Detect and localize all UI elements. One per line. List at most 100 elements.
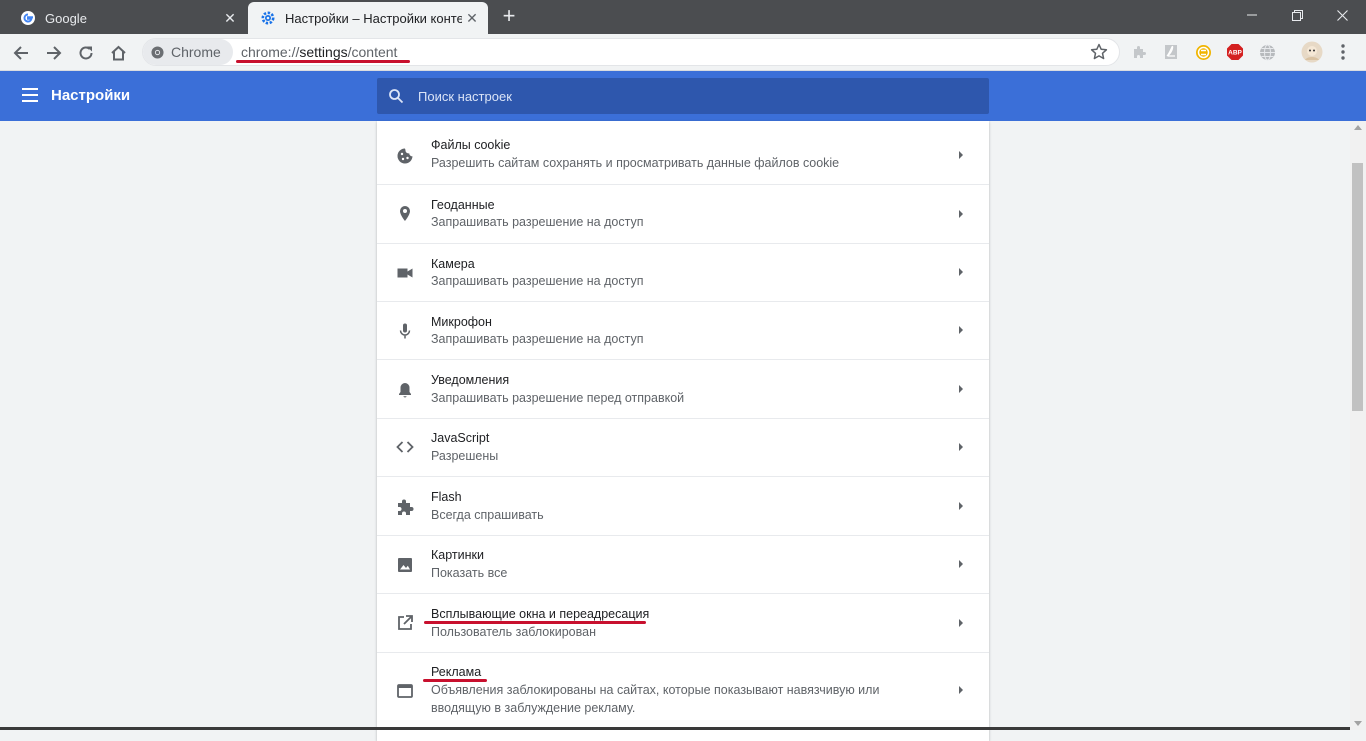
settings-row-cookies[interactable]: Файлы cookie Разрешить сайтам сохранять …	[377, 121, 989, 185]
settings-row-ads[interactable]: Реклама Объявления заблокированы на сайт…	[377, 652, 989, 730]
url-text[interactable]: chrome://settings/content	[241, 44, 397, 60]
page-scrollbar[interactable]	[1350, 121, 1366, 730]
tab-title: Google	[45, 10, 87, 26]
row-subtitle: Разрешены	[431, 449, 499, 463]
row-title: Реклама	[431, 665, 482, 679]
settings-row-notifications[interactable]: Уведомления Запрашивать разрешение перед…	[377, 359, 989, 418]
reload-icon	[79, 46, 93, 60]
chevron-right-icon	[959, 686, 963, 694]
location-pin-icon	[400, 206, 410, 221]
row-subtitle: Разрешить сайтам сохранять и просматрива…	[431, 156, 840, 170]
row-divider	[377, 184, 989, 185]
row-divider	[377, 301, 989, 302]
globe-icon[interactable]	[1258, 43, 1276, 61]
row-title: Файлы cookie	[431, 138, 511, 152]
row-subtitle: Запрашивать разрешение на доступ	[431, 274, 644, 288]
menu-kebab-icon[interactable]	[1334, 43, 1352, 61]
settings-row-microphone[interactable]: Микрофон Запрашивать разрешение на досту…	[377, 301, 989, 359]
chevron-right-icon	[959, 560, 963, 568]
site-chip[interactable]: Chrome	[143, 39, 233, 65]
row-divider	[377, 593, 989, 594]
restore-icon[interactable]	[1275, 0, 1319, 30]
chevron-right-icon	[959, 443, 963, 451]
back-button[interactable]	[8, 40, 34, 66]
microphone-icon	[399, 323, 411, 339]
browser-titlebar: Google ✕ Настройки – Настройки контент ✕…	[0, 0, 1366, 34]
row-title: Flash	[431, 490, 462, 504]
extension-puzzle-icon[interactable]	[1130, 43, 1148, 61]
page-title: Настройки	[51, 87, 131, 104]
tab-title: Настройки – Настройки контент	[285, 10, 462, 26]
reload-button[interactable]	[73, 40, 99, 66]
settings-content: Файлы cookie Разрешить сайтам сохранять …	[0, 121, 1350, 741]
row-title: Уведомления	[431, 373, 510, 387]
arrow-left-icon	[13, 46, 28, 60]
settings-row-images[interactable]: Картинки Показать все	[377, 535, 989, 593]
row-subtitle: Показать все	[431, 566, 508, 580]
search-placeholder: Поиск настроек	[418, 89, 512, 104]
hamburger-menu-icon[interactable]	[22, 88, 38, 102]
gear-icon	[261, 11, 275, 25]
chevron-right-icon	[959, 385, 963, 393]
settings-row-flash[interactable]: Flash Всегда спрашивать	[377, 476, 989, 535]
scroll-down-icon[interactable]	[1354, 721, 1362, 726]
chevron-right-icon	[959, 502, 963, 510]
scroll-up-icon[interactable]	[1354, 125, 1362, 130]
chrome-logo-icon	[151, 45, 164, 59]
row-subtitle: Всегда спрашивать	[431, 508, 544, 522]
new-tab-button[interactable]: +	[498, 5, 520, 28]
open-in-new-icon	[398, 615, 413, 630]
content-settings-card: Файлы cookie Разрешить сайтам сохранять …	[377, 121, 989, 741]
row-title: JavaScript	[431, 431, 490, 445]
url-host: settings	[299, 44, 348, 60]
url-path: /content	[347, 44, 398, 60]
row-divider	[377, 476, 989, 477]
tab-settings[interactable]: Настройки – Настройки контент ✕	[248, 2, 488, 34]
popups-annotation-underline	[424, 621, 646, 624]
code-brackets-icon	[396, 441, 414, 453]
row-subtitle: Запрашивать разрешение на доступ	[431, 332, 644, 346]
chevron-right-icon	[959, 268, 963, 276]
site-chip-label: Chrome	[171, 44, 221, 60]
row-title: Микрофон	[431, 315, 492, 329]
url-scheme: chrome://	[241, 44, 300, 60]
row-divider	[377, 243, 989, 244]
adblock-abp-icon[interactable]: ABP	[1226, 43, 1244, 61]
settings-row-location[interactable]: Геоданные Запрашивать разрешение на дост…	[377, 184, 989, 243]
row-divider	[377, 359, 989, 360]
forward-button[interactable]	[41, 40, 67, 66]
url-annotation-underline	[236, 60, 410, 63]
row-divider	[377, 652, 989, 653]
row-title: Камера	[431, 257, 475, 271]
coin-icon[interactable]	[1194, 43, 1212, 61]
row-subtitle: Запрашивать разрешение перед отправкой	[431, 391, 685, 405]
settings-row-javascript[interactable]: JavaScript Разрешены	[377, 418, 989, 476]
image-icon	[398, 558, 412, 572]
settings-row-camera[interactable]: Камера Запрашивать разрешение на доступ	[377, 243, 989, 301]
settings-search-input[interactable]: Поиск настроек	[377, 78, 989, 114]
cookie-icon	[397, 148, 413, 164]
row-subtitle: Запрашивать разрешение на доступ	[431, 215, 644, 229]
settings-row-popups[interactable]: Всплывающие окна и переадресация Пользов…	[377, 593, 989, 652]
google-icon	[21, 11, 35, 25]
close-tab-icon[interactable]: ✕	[462, 10, 482, 27]
row-subtitle: Пользователь заблокирован	[431, 625, 596, 639]
tab-google[interactable]: Google ✕	[6, 2, 246, 34]
minimize-icon[interactable]	[1230, 0, 1274, 30]
row-divider	[377, 418, 989, 419]
home-icon	[110, 45, 126, 61]
home-button[interactable]	[105, 40, 131, 66]
close-tab-icon[interactable]: ✕	[220, 10, 240, 27]
ads-annotation-underline	[423, 679, 487, 682]
profile-avatar-icon[interactable]	[1300, 40, 1324, 64]
chevron-right-icon	[959, 326, 963, 334]
window-icon	[397, 684, 413, 698]
row-divider	[377, 535, 989, 536]
scrollbar-thumb[interactable]	[1352, 163, 1363, 411]
row-title: Всплывающие окна и переадресация	[431, 607, 650, 621]
close-window-icon[interactable]	[1320, 0, 1364, 30]
bookmark-star-icon[interactable]	[1089, 42, 1109, 62]
chevron-right-icon	[959, 210, 963, 218]
search-icon	[389, 89, 404, 104]
pdf-icon[interactable]	[1162, 43, 1180, 61]
